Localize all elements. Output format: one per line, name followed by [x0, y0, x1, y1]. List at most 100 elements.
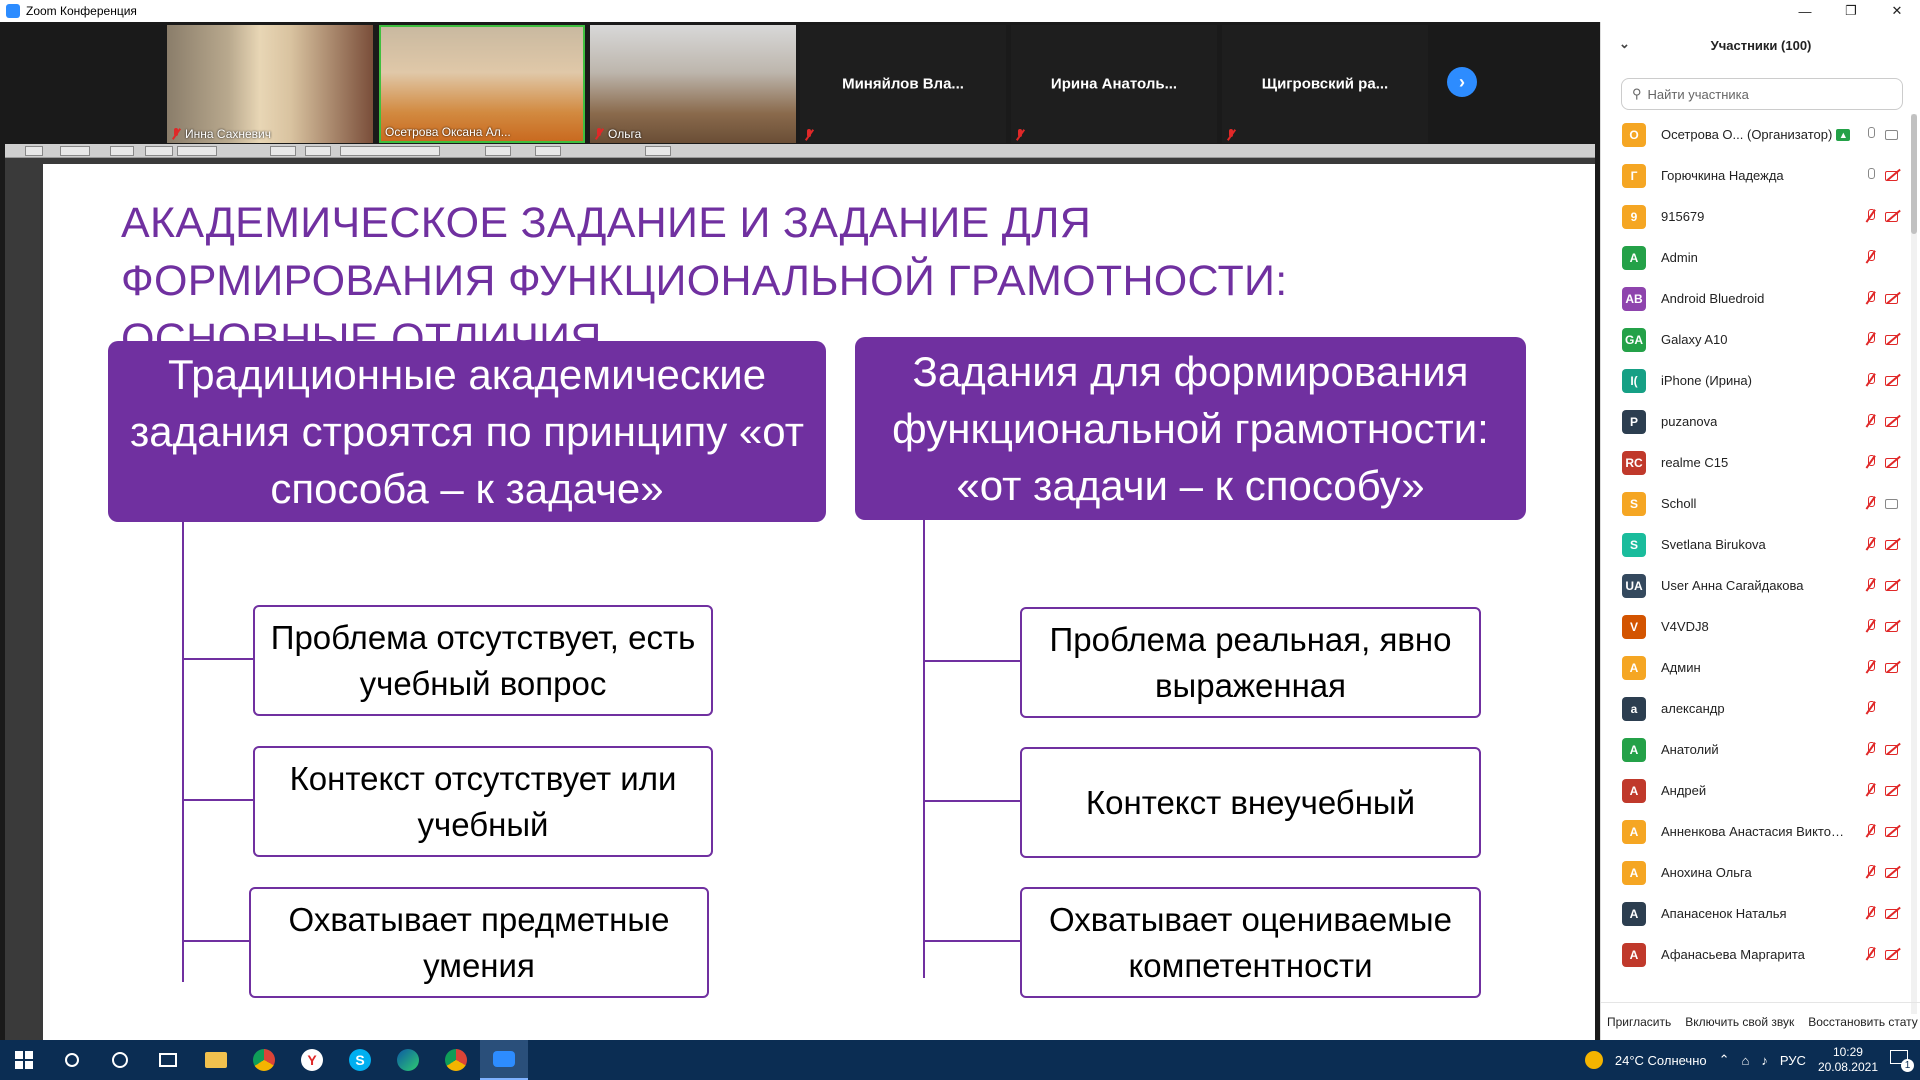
- mic-muted-icon: [1865, 332, 1875, 346]
- mic-muted-icon: [1865, 865, 1875, 879]
- close-button[interactable]: ✕: [1874, 0, 1920, 22]
- video-tile[interactable]: Ирина Анатоль...: [1011, 25, 1217, 143]
- tree-connector: [923, 940, 1021, 942]
- participant-name: Андрей: [1661, 783, 1707, 798]
- participant-row[interactable]: RC realme C15: [1601, 442, 1913, 483]
- participant-row[interactable]: а александр: [1601, 688, 1913, 729]
- chrome-icon[interactable]: [240, 1040, 288, 1080]
- notification-count: 1: [1901, 1059, 1914, 1072]
- notification-center-icon[interactable]: 1: [1890, 1050, 1914, 1072]
- participant-row[interactable]: V V4VDJ8: [1601, 606, 1913, 647]
- participant-row[interactable]: О Осетрова О... (Организатор) ▲: [1601, 114, 1913, 155]
- search-placeholder: Найти участника: [1647, 86, 1749, 102]
- keyboard-language[interactable]: РУС: [1780, 1053, 1806, 1068]
- cortana-icon[interactable]: [96, 1040, 144, 1080]
- mic-muted-icon: [1865, 291, 1875, 305]
- camera-off-icon: [1885, 660, 1901, 674]
- participant-row[interactable]: Ppuzanova: [1601, 401, 1913, 442]
- mic-muted-icon: [1865, 455, 1875, 469]
- participant-row[interactable]: S Svetlana Birukova: [1601, 524, 1913, 565]
- participant-row[interactable]: А Апанасенок Наталья: [1601, 893, 1913, 934]
- video-tile[interactable]: Щигровский ра...: [1222, 25, 1428, 143]
- volume-icon[interactable]: ♪: [1761, 1053, 1768, 1068]
- next-page-arrow-icon[interactable]: ›: [1447, 67, 1477, 97]
- minimize-button[interactable]: —: [1782, 0, 1828, 22]
- network-icon[interactable]: ⌂: [1742, 1053, 1750, 1068]
- avatar: Г: [1622, 163, 1646, 188]
- right-header-box: Задания для формирования функциональной …: [855, 337, 1526, 520]
- task-view-icon[interactable]: [144, 1040, 192, 1080]
- video-tile[interactable]: Ольга: [590, 25, 796, 143]
- avatar: А: [1622, 901, 1646, 926]
- mic-muted-icon: [804, 129, 814, 141]
- mic-muted-icon: [1865, 209, 1875, 223]
- mic-muted-icon: [1865, 783, 1875, 797]
- mic-muted-icon: [1865, 947, 1875, 961]
- zoom-taskbar-icon[interactable]: [480, 1040, 528, 1080]
- zoom-app-icon: [6, 4, 20, 18]
- collapse-chevron-icon[interactable]: ⌄: [1619, 36, 1630, 52]
- yandex-browser-icon[interactable]: Y: [288, 1040, 336, 1080]
- file-explorer-icon[interactable]: [192, 1040, 240, 1080]
- avatar: А: [1622, 860, 1646, 885]
- avatar: А: [1622, 942, 1646, 967]
- participant-row[interactable]: AB Android Bluedroid: [1601, 278, 1913, 319]
- camera-off-icon: [1885, 455, 1901, 469]
- invite-button[interactable]: Пригласить: [1607, 1015, 1671, 1029]
- right-item-box: Проблема реальная, явно выраженная: [1020, 607, 1481, 718]
- start-button[interactable]: [0, 1040, 48, 1080]
- clock[interactable]: 10:29 20.08.2021: [1818, 1045, 1878, 1075]
- participant-row[interactable]: Г Горючкина Надежда: [1601, 155, 1913, 196]
- participant-name: iPhone (Ирина): [1661, 373, 1752, 388]
- avatar: P: [1622, 409, 1646, 434]
- mic-icon: [1865, 127, 1875, 141]
- participant-name: Осетрова О... (Организатор): [1661, 127, 1833, 142]
- participant-row[interactable]: A Admin: [1601, 237, 1913, 278]
- video-tile-active-speaker[interactable]: Осетрова Оксана Ал...: [379, 25, 585, 143]
- camera-off-icon: [1885, 332, 1901, 346]
- participant-name: 915679: [1661, 209, 1705, 224]
- search-icon[interactable]: [48, 1040, 96, 1080]
- edge-icon[interactable]: [384, 1040, 432, 1080]
- weather-text[interactable]: 24°C Солнечно: [1615, 1053, 1707, 1068]
- restore-button[interactable]: ❐: [1828, 0, 1874, 22]
- participant-row[interactable]: UA User Анна Сагайдакова: [1601, 565, 1913, 606]
- participant-row[interactable]: А Анненкова Анастасия Викторо...: [1601, 811, 1913, 852]
- participant-row[interactable]: А Афанасьева Маргарита: [1601, 934, 1913, 975]
- camera-off-icon: [1885, 537, 1901, 551]
- tray-chevron-icon[interactable]: ⌃: [1719, 1052, 1730, 1068]
- participant-row[interactable]: А Админ: [1601, 647, 1913, 688]
- participants-footer: Пригласить Включить свой звук Восстанови…: [1601, 1002, 1920, 1040]
- camera-off-icon: [1885, 619, 1901, 633]
- camera-off-icon: [1885, 906, 1901, 920]
- participant-list-scrollbar[interactable]: [1911, 114, 1917, 1014]
- camera-off-icon: [1885, 742, 1901, 756]
- participant-name: Горючкина Надежда: [1661, 168, 1784, 183]
- unmute-me-button[interactable]: Включить свой звук: [1685, 1015, 1794, 1029]
- participant-name: Android Bluedroid: [1661, 291, 1765, 306]
- participant-search-input[interactable]: ⚲ Найти участника: [1621, 78, 1903, 110]
- camera-off-icon: [1885, 373, 1901, 387]
- participant-name: Осетрова Оксана Ал...: [385, 125, 511, 139]
- participant-row[interactable]: А Андрей: [1601, 770, 1913, 811]
- participant-name: Анохина Ольга: [1661, 865, 1752, 880]
- participant-row[interactable]: А Анатолий: [1601, 729, 1913, 770]
- video-tile[interactable]: Миняйлов Вла...: [800, 25, 1006, 143]
- restore-status-button[interactable]: Восстановить стату: [1808, 1015, 1918, 1029]
- skype-icon[interactable]: S: [336, 1040, 384, 1080]
- participant-row[interactable]: GA Galaxy A10: [1601, 319, 1913, 360]
- video-tile[interactable]: Инна Сахневич: [167, 25, 373, 143]
- tree-connector: [182, 799, 254, 801]
- participant-row[interactable]: 9 915679: [1601, 196, 1913, 237]
- avatar: I(: [1622, 368, 1646, 393]
- left-item-box: Проблема отсутствует, есть учебный вопро…: [253, 605, 713, 716]
- camera-icon: [1885, 127, 1901, 141]
- participant-row[interactable]: I( iPhone (Ирина): [1601, 360, 1913, 401]
- participant-list: О Осетрова О... (Организатор) ▲ Г Горючкина …: [1601, 114, 1913, 1002]
- participant-name: Анатолий: [1661, 742, 1719, 757]
- participant-row[interactable]: А Анохина Ольга: [1601, 852, 1913, 893]
- participant-name: Афанасьева Маргарита: [1661, 947, 1805, 962]
- chrome-icon-2[interactable]: [432, 1040, 480, 1080]
- avatar: А: [1622, 655, 1646, 680]
- participant-row[interactable]: S Scholl: [1601, 483, 1913, 524]
